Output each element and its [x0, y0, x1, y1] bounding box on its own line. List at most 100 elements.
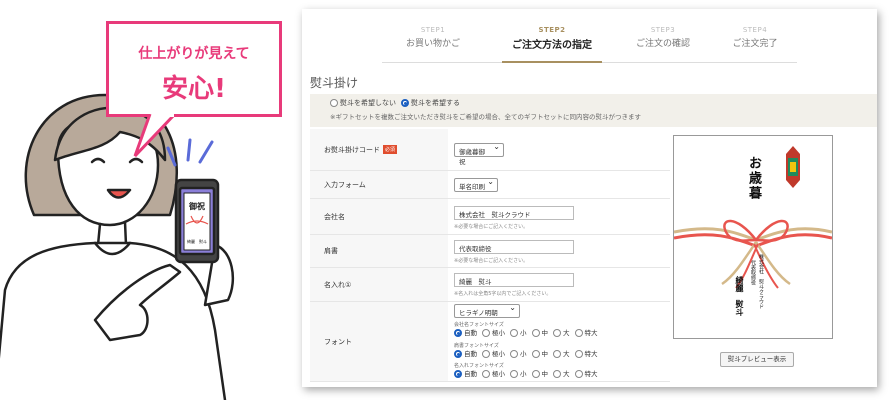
size-option[interactable]: 特大 [574, 327, 598, 337]
radio-circle[interactable] [553, 350, 561, 358]
option-label: 自動 [464, 350, 477, 358]
size-option[interactable]: 小 [510, 368, 527, 378]
option-label: 特大 [584, 350, 598, 358]
radio-circle[interactable] [553, 370, 561, 378]
name-hint: ※名入れは全角5字以内でご記入ください。 [454, 291, 552, 297]
size-option[interactable]: 特大 [574, 368, 598, 378]
row-title: 肩書 代表取締役 ※必要な場合にご記入ください。 [310, 235, 670, 268]
radio-yes-label: 熨斗を希望する [411, 99, 460, 107]
field-company: 株式会社 熨斗クラウド ※必要な場合にご記入ください。 [454, 199, 670, 234]
size-option[interactable]: 中 [531, 348, 549, 358]
radio-circle[interactable] [482, 370, 490, 378]
code-select[interactable]: 御歳暮御祝 [454, 142, 504, 166]
title-hint: ※必要な場合にご記入ください。 [454, 258, 529, 264]
input-form-select[interactable]: 単名印刷 [454, 177, 498, 192]
step-4: STEP4 ご注文完了 [700, 26, 810, 49]
label-company: 会社名 [310, 199, 448, 234]
size-option[interactable]: 極小 [482, 348, 505, 358]
company-hint: ※必要な場合にご記入ください。 [454, 224, 529, 230]
step-1: STEP1 お買い物かご [378, 26, 488, 49]
row-code: お熨斗掛けコード 必須 御歳暮御祝 [310, 129, 670, 171]
size-option[interactable]: 大 [553, 327, 570, 337]
option-label: 特大 [584, 370, 598, 378]
radio-circle[interactable] [531, 350, 540, 358]
size-option[interactable]: 自動 [454, 368, 477, 378]
size-option[interactable]: 大 [553, 368, 570, 378]
size-option[interactable]: 特大 [574, 348, 598, 358]
size-option[interactable]: 極小 [482, 368, 505, 378]
bubble-line2: 安心! [162, 74, 226, 104]
size-option[interactable]: 小 [510, 327, 527, 337]
field-input-form: 単名印刷 [454, 171, 670, 198]
field-code: 御歳暮御祝 [454, 129, 670, 170]
radio-circle-selected[interactable] [401, 99, 409, 107]
option-label: 自動 [464, 329, 477, 337]
label-font: フォント [310, 302, 448, 381]
radio-circle[interactable] [531, 370, 540, 378]
radio-circle[interactable] [482, 350, 490, 358]
company-input[interactable]: 株式会社 熨斗クラウド [454, 206, 574, 220]
radio-no-noshi[interactable]: 熨斗を希望しない [330, 98, 396, 108]
radio-circle[interactable] [553, 329, 561, 337]
preview-omote: お歳暮 [746, 156, 761, 201]
label-title: 肩書 [310, 235, 448, 267]
radio-circle[interactable] [330, 99, 338, 107]
step-2-title: ご注文方法の指定 [512, 40, 592, 51]
title-input[interactable]: 代表取締役 [454, 240, 574, 254]
option-label: 中 [541, 370, 549, 378]
active-step-underline [502, 61, 602, 63]
name-size-options: 自動 極小 小 中 大 特大 [454, 368, 598, 378]
label-code: お熨斗掛けコード 必須 [310, 129, 448, 170]
step-progress: STEP1 お買い物かご STEP2 ご注文方法の指定 STEP3 ご注文の確認… [302, 18, 877, 63]
phone-noshi-name: 綺麗 熨斗 [187, 238, 207, 244]
noshi-radio-group: 熨斗を希望しない 熨斗を希望する [330, 98, 460, 108]
row-input-form: 入力フォーム 単名印刷 [310, 171, 670, 199]
radio-circle[interactable] [574, 350, 583, 358]
radio-circle[interactable] [531, 329, 540, 337]
size-option[interactable]: 自動 [454, 327, 477, 337]
size-option[interactable]: 極小 [482, 327, 505, 337]
radio-circle[interactable] [574, 370, 583, 378]
noshi-note: ※ギフトセットを複数ご注文いただき熨斗をご希望の場合、全てのギフトセットに同内容… [330, 113, 641, 121]
radio-circle[interactable] [510, 350, 518, 358]
option-label: 自動 [464, 370, 477, 378]
label-name: 名入れ① [310, 268, 448, 301]
option-label: 大 [563, 370, 570, 378]
option-label: 中 [541, 329, 549, 337]
field-font: ヒラギノ明朝 会社名フォントサイズ 自動 極小 小 中 大 特大 肩書フォントサ… [454, 302, 670, 381]
size-option[interactable]: 中 [531, 327, 549, 337]
step-4-title: ご注文完了 [732, 39, 778, 49]
radio-circle[interactable] [510, 329, 518, 337]
option-label: 大 [563, 350, 570, 358]
font-select[interactable]: ヒラギノ明朝 [454, 303, 520, 318]
bubble-line1: 仕上がりが見えて [138, 46, 250, 62]
radio-circle-selected[interactable] [454, 370, 462, 378]
preview-title: 代表取締役 [750, 260, 756, 285]
radio-circle-selected[interactable] [454, 329, 462, 337]
speech-bubble: 仕上がりが見えて 安心! [106, 21, 282, 117]
option-label: 小 [520, 350, 527, 358]
step-1-number: STEP1 [420, 26, 446, 34]
noshi-preview: お歳暮 株式会社 熨斗クラウド 代表取締役 綺麗 熨斗 [673, 135, 833, 339]
radio-circle[interactable] [510, 370, 518, 378]
radio-circle[interactable] [574, 329, 583, 337]
size-option[interactable]: 中 [531, 368, 549, 378]
size-option[interactable]: 自動 [454, 348, 477, 358]
required-badge: 必須 [383, 145, 398, 154]
option-label: 中 [541, 350, 549, 358]
section-title: 熨斗掛け [310, 76, 359, 90]
radio-circle[interactable] [482, 329, 490, 337]
step-2: STEP2 ご注文方法の指定 [497, 26, 607, 51]
name-input[interactable]: 綺麗 熨斗 [454, 273, 574, 287]
radio-circle-selected[interactable] [454, 350, 462, 358]
company-size-options: 自動 極小 小 中 大 特大 [454, 327, 598, 337]
size-option[interactable]: 小 [510, 348, 527, 358]
option-label: 特大 [584, 329, 598, 337]
size-option[interactable]: 大 [553, 348, 570, 358]
option-label: 大 [563, 329, 570, 337]
step-4-number: STEP4 [742, 26, 768, 34]
radio-yes-noshi[interactable]: 熨斗を希望する [401, 98, 460, 108]
row-name: 名入れ① 綺麗 熨斗 ※名入れは全角5字以内でご記入ください。 [310, 268, 670, 302]
row-font: フォント ヒラギノ明朝 会社名フォントサイズ 自動 極小 小 中 大 特大 肩書… [310, 302, 670, 382]
preview-button[interactable]: 熨斗プレビュー表示 [720, 352, 794, 367]
